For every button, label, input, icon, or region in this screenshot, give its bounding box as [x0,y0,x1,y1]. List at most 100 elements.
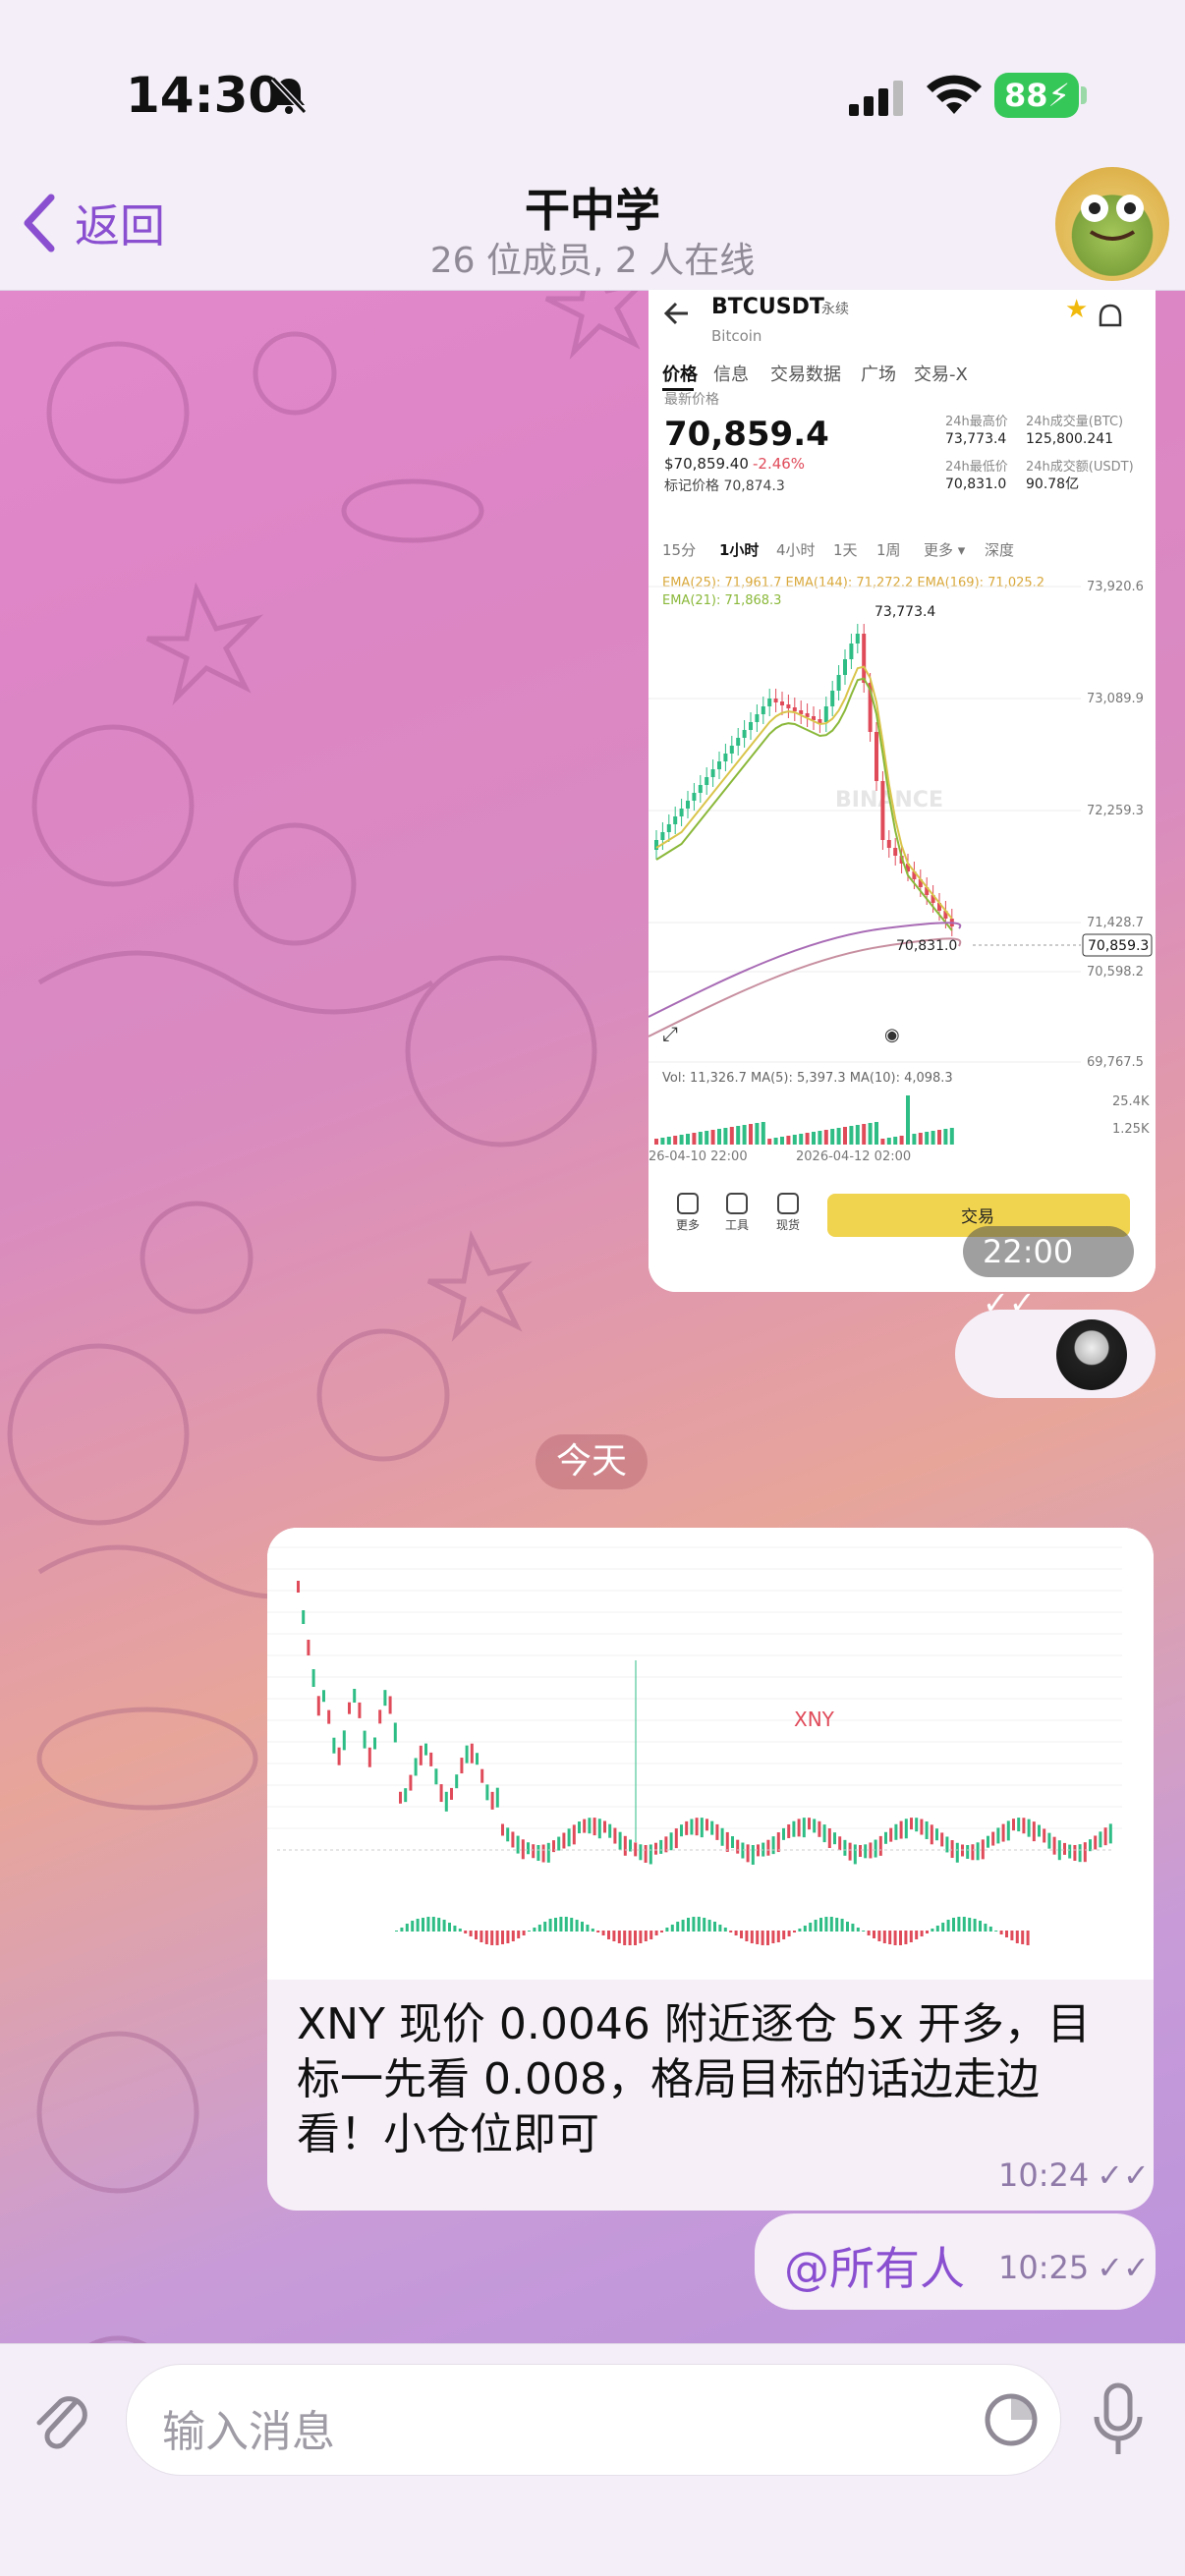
candle [723,754,728,761]
macd-bar [612,1931,616,1941]
candle [742,730,747,738]
volume-bar [949,1128,954,1145]
interval-option: 1周 [876,541,901,559]
candle [698,785,703,793]
candle [830,691,835,706]
macd-bar [904,1931,908,1944]
macd-bar [601,1931,605,1935]
candle [399,1791,402,1804]
peak-price-label: 73,773.4 [875,604,935,620]
volume-bar [799,1134,804,1145]
candle [1063,1842,1066,1855]
user-avatar[interactable] [1056,1319,1127,1390]
candle [521,1839,525,1860]
macd-bar [840,1919,844,1932]
candle [813,1819,817,1833]
volume-bar [849,1126,854,1145]
macd-bar [548,1919,552,1932]
status-bar: 14:30 88⚡ [0,0,1185,167]
macd-bar [952,1918,955,1932]
volume-bar [698,1132,703,1145]
macd-bar [405,1924,409,1932]
volume-bar [660,1138,665,1145]
candle [588,1818,592,1834]
candle [639,1844,643,1861]
macd-bar [984,1924,988,1932]
read-checks-icon: ✓✓ [1097,2249,1150,2286]
btc-tab: 信息 [713,364,749,385]
candle [780,701,784,705]
candle [367,1747,371,1767]
volume-bar [710,1130,715,1145]
macd-bar [926,1931,929,1933]
mention-text[interactable]: @所有人 [784,2233,965,2298]
low-price-label: 70,831.0 [896,938,957,954]
macd-bar [973,1919,977,1932]
macd-bar [793,1931,796,1932]
candle [654,840,658,850]
chat-title[interactable]: 干中学 [0,175,1185,240]
macd-bar [411,1921,415,1932]
xny-message[interactable]: XNY XNY 现价 0.0046 附近逐仓 5x 开多，目标一先看 0.008… [267,1528,1154,2211]
macd-bar [416,1919,420,1932]
candle [955,1842,959,1863]
macd-bar [713,1922,716,1932]
macd-bar [740,1931,743,1938]
sender-avatar-bubble[interactable] [955,1310,1156,1398]
price-tick: 73,089.9 [1087,692,1144,706]
paperclip-icon[interactable] [29,2381,92,2456]
candle [899,1820,903,1839]
candle [741,1842,745,1859]
candle [705,777,709,785]
candle [311,1669,315,1687]
candle [429,1752,433,1766]
candle [925,1820,929,1839]
candle [886,840,891,848]
macd-bar [533,1928,536,1932]
candle [623,1835,627,1856]
microphone-icon[interactable] [1091,2381,1146,2460]
volume-bar [812,1132,816,1145]
mention-message[interactable]: @所有人 10:25 ✓✓ [755,2213,1156,2310]
price-tick: 72,259.3 [1087,804,1144,818]
candle [792,707,797,711]
candle [940,1832,944,1847]
candle [1078,1844,1082,1863]
candle [649,1844,652,1865]
candle [792,1820,796,1837]
star-icon: ★ [1065,295,1088,324]
macd-bar [458,1929,462,1932]
macd-bar [517,1931,521,1938]
candle [444,1791,448,1812]
volume-bar [862,1124,867,1145]
candle [1032,1821,1036,1842]
candle [836,675,841,691]
btc-chart-image-message[interactable]: BTCUSDT 永续 Bitcoin ★ 价格 信息 交易数据 广场 交易-X 最新价格… [649,290,1156,1292]
group-avatar[interactable] [1055,167,1169,281]
candle [827,1828,831,1849]
candle [700,1818,704,1838]
candle [894,1823,898,1840]
macd-bar [1021,1931,1025,1944]
candle [680,1824,683,1837]
candle [991,1831,995,1846]
macd-bar [988,1927,992,1932]
macd-bar [787,1931,791,1936]
macd-bar [395,1931,398,1932]
interval-option: 深度 [985,541,1014,559]
sticker-icon[interactable] [982,2390,1041,2449]
volume-bar [893,1137,898,1145]
macd-bar [745,1931,749,1941]
macd-bar [824,1917,828,1932]
btc-message-time: 22:00 ✓✓ [963,1226,1134,1321]
btc-tab: 交易-X [914,364,968,385]
candle [536,1844,540,1861]
xny-chart-image[interactable]: XNY [267,1528,1154,1980]
volume-bar [943,1129,948,1145]
macd-bar [771,1931,775,1943]
macd-bar [718,1925,722,1932]
macd-bar [750,1931,754,1943]
macd-bar [946,1920,950,1932]
macd-bar [506,1931,510,1943]
message-input[interactable]: 输入消息 [126,2364,1061,2476]
